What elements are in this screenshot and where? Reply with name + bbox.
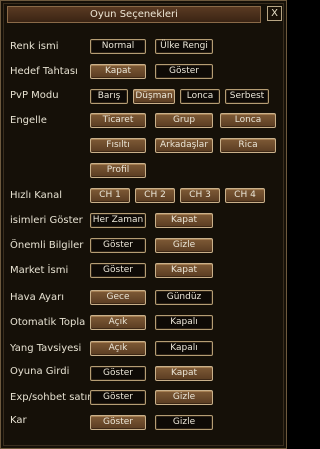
block-friends-button[interactable]: Arkadaşlar: [155, 138, 213, 153]
label-quick-channel: Hızlı Kanal: [10, 190, 63, 201]
snow-hide-button[interactable]: Gizle: [155, 415, 213, 430]
show-names-always-button[interactable]: Her Zaman: [90, 213, 146, 228]
label-pvp-mode: PvP Modu: [10, 90, 59, 101]
close-button[interactable]: X: [267, 6, 282, 21]
label-market-name: Market İsmi: [10, 265, 69, 276]
block-trade-button[interactable]: Ticaret: [90, 113, 146, 128]
exp-chat-show-button[interactable]: Göster: [90, 390, 146, 405]
pvp-guild-button[interactable]: Lonca: [180, 89, 220, 104]
joined-game-off-button[interactable]: Kapat: [155, 366, 213, 381]
game-options-window: Oyun Seçenekleri X Renk ismi Normal Ülke…: [0, 0, 287, 449]
label-exp-chat-line: Exp/sohbet satırı: [10, 392, 95, 403]
label-show-names: isimleri Göster: [10, 215, 83, 226]
label-joined-game: Oyuna Girdi: [10, 366, 70, 377]
window-title: Oyun Seçenekleri: [90, 9, 178, 20]
yang-advice-off-button[interactable]: Kapalı: [155, 341, 213, 356]
label-block: Engelle: [10, 115, 47, 126]
channel-1-button[interactable]: CH 1: [90, 188, 130, 203]
name-color-country-button[interactable]: Ülke Rengi: [155, 39, 213, 54]
snow-show-button[interactable]: Göster: [90, 415, 146, 430]
title-bar[interactable]: Oyun Seçenekleri: [7, 6, 261, 23]
label-name-color: Renk ismi: [10, 41, 59, 52]
market-name-off-button[interactable]: Kapat: [155, 263, 213, 278]
label-snow: Kar: [10, 415, 27, 426]
target-board-show-button[interactable]: Göster: [155, 64, 213, 79]
label-important-info: Önemli Bilgiler: [10, 240, 84, 251]
channel-4-button[interactable]: CH 4: [225, 188, 265, 203]
pvp-enemy-button[interactable]: Düşman: [133, 89, 175, 104]
label-yang-advice: Yang Tavsiyesi: [10, 343, 82, 354]
channel-3-button[interactable]: CH 3: [180, 188, 220, 203]
block-party-button[interactable]: Grup: [155, 113, 213, 128]
auto-pickup-on-button[interactable]: Açık: [90, 315, 146, 330]
important-info-show-button[interactable]: Göster: [90, 238, 146, 253]
pvp-free-button[interactable]: Serbest: [225, 89, 269, 104]
important-info-hide-button[interactable]: Gizle: [155, 238, 213, 253]
label-weather: Hava Ayarı: [10, 292, 64, 303]
label-target-board: Hedef Tahtası: [10, 66, 78, 77]
block-profile-button[interactable]: Profil: [90, 163, 146, 178]
block-guild-button[interactable]: Lonca: [220, 113, 276, 128]
channel-2-button[interactable]: CH 2: [135, 188, 175, 203]
pvp-peace-button[interactable]: Barış: [90, 89, 128, 104]
block-whisper-button[interactable]: Fısıltı: [90, 138, 146, 153]
name-color-normal-button[interactable]: Normal: [90, 39, 146, 54]
block-request-button[interactable]: Rica: [220, 138, 276, 153]
target-board-off-button[interactable]: Kapat: [90, 64, 146, 79]
show-names-off-button[interactable]: Kapat: [155, 213, 213, 228]
yang-advice-on-button[interactable]: Açık: [90, 341, 146, 356]
exp-chat-hide-button[interactable]: Gizle: [155, 390, 213, 405]
market-name-show-button[interactable]: Göster: [90, 263, 146, 278]
weather-day-button[interactable]: Gündüz: [155, 290, 213, 305]
label-auto-pickup: Otomatik Topla: [10, 317, 86, 328]
weather-night-button[interactable]: Gece: [90, 290, 146, 305]
joined-game-show-button[interactable]: Göster: [90, 366, 146, 381]
auto-pickup-off-button[interactable]: Kapalı: [155, 315, 213, 330]
